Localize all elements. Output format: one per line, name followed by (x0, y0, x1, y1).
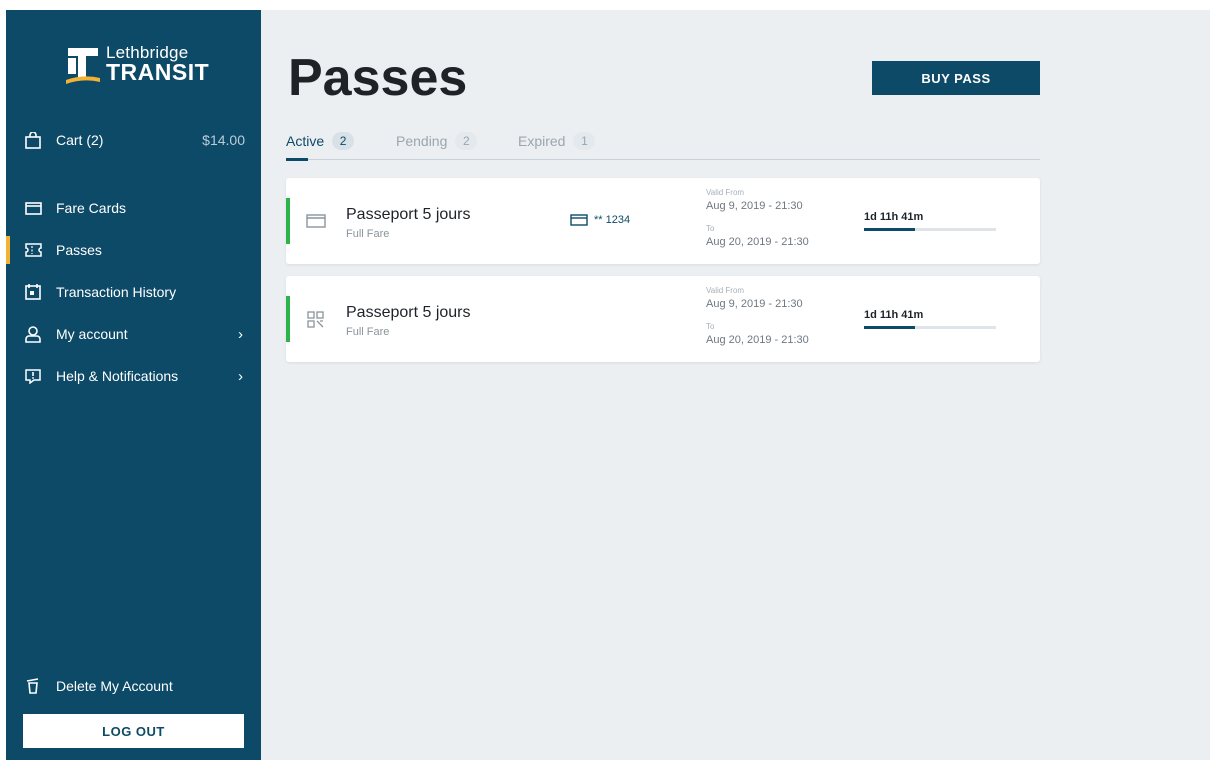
card-icon (306, 213, 326, 229)
progress-fill (864, 228, 916, 231)
valid-from-date: Aug 9, 2019 - 21:30 (706, 200, 803, 212)
pass-card[interactable]: Passeport 5 jours Full Fare Valid From A… (286, 276, 1040, 362)
progress-fill (864, 326, 916, 329)
card-number: ** 1234 (594, 214, 631, 226)
valid-to-label: To (706, 322, 715, 331)
sidebar-item-passes[interactable]: Passes (6, 232, 261, 268)
chevron-right-icon: › (238, 325, 243, 343)
pass-name: Passeport 5 jours (346, 304, 471, 321)
logo-text-line2: TRANSIT (106, 59, 210, 85)
page-title: Passes (288, 49, 468, 107)
sidebar-item-label: Cart (2) (56, 132, 104, 148)
sidebar-item-help-notifications[interactable]: Help & Notifications › (6, 358, 261, 394)
valid-from-date: Aug 9, 2019 - 21:30 (706, 298, 803, 310)
valid-to-date: Aug 20, 2019 - 21:30 (706, 236, 809, 248)
active-status-bar (286, 198, 290, 244)
tab-count-badge: 1 (573, 132, 596, 150)
tab-expired[interactable]: Expired 1 (518, 130, 596, 152)
active-status-bar (286, 296, 290, 342)
time-remaining-progress (864, 326, 996, 329)
sidebar-item-my-account[interactable]: My account › (6, 316, 261, 352)
sidebar-item-cart[interactable]: Cart (2) $14.00 (6, 122, 261, 158)
sidebar: Lethbridge TRANSIT Cart (2) $14.00 Fare … (6, 10, 261, 760)
active-tab-indicator (286, 158, 308, 161)
valid-to-date: Aug 20, 2019 - 21:30 (706, 334, 809, 346)
cart-total: $14.00 (202, 132, 245, 148)
valid-from-label: Valid From (706, 286, 745, 295)
chevron-right-icon: › (238, 367, 243, 385)
alert-chat-icon (24, 367, 42, 385)
logo-mark-icon (66, 44, 100, 84)
shopping-bag-icon (24, 131, 42, 149)
time-remaining: 1d 11h 41m (864, 309, 924, 321)
time-remaining-progress (864, 228, 996, 231)
trash-icon (24, 677, 42, 695)
logout-button[interactable]: LOG OUT (23, 714, 244, 748)
lethbridge-transit-logo[interactable]: Lethbridge TRANSIT (66, 42, 209, 86)
sidebar-item-transaction-history[interactable]: Transaction History (6, 274, 261, 310)
card-icon (570, 214, 588, 226)
valid-from-label: Valid From (706, 188, 745, 197)
pass-name: Passeport 5 jours (346, 206, 471, 223)
calendar-icon (24, 283, 42, 301)
sidebar-item-label: Help & Notifications (56, 368, 179, 384)
buy-pass-button[interactable]: BUY PASS (872, 61, 1040, 95)
sidebar-item-label: Transaction History (56, 284, 177, 300)
tab-label: Pending (396, 133, 448, 149)
valid-to-label: To (706, 224, 715, 233)
tab-label: Active (286, 133, 325, 149)
pass-status-tabs: Active 2 Pending 2 Expired 1 (286, 130, 1040, 161)
sidebar-item-delete-account[interactable]: Delete My Account (6, 668, 261, 704)
qr-code-icon (306, 311, 326, 328)
tab-active[interactable]: Active 2 (286, 130, 355, 161)
pass-fare-type: Full Fare (346, 326, 390, 338)
card-icon (24, 199, 42, 217)
linked-card-ref: ** 1234 (570, 214, 630, 226)
user-icon (24, 325, 42, 343)
pass-card[interactable]: Passeport 5 jours Full Fare ** 1234 Vali… (286, 178, 1040, 264)
sidebar-item-label: Fare Cards (56, 200, 127, 216)
sidebar-item-label: My account (56, 326, 128, 342)
sidebar-item-label: Delete My Account (56, 678, 173, 694)
tab-pending[interactable]: Pending 2 (396, 130, 478, 152)
app-frame: Lethbridge TRANSIT Cart (2) $14.00 Fare … (6, 10, 1210, 760)
tab-label: Expired (518, 133, 566, 149)
tab-count-badge: 2 (455, 132, 478, 150)
tab-count-badge: 2 (332, 132, 355, 150)
ticket-icon (24, 241, 42, 259)
time-remaining: 1d 11h 41m (864, 211, 924, 223)
sidebar-item-fare-cards[interactable]: Fare Cards (6, 190, 261, 226)
sidebar-item-label: Passes (56, 242, 102, 258)
pass-fare-type: Full Fare (346, 228, 390, 240)
